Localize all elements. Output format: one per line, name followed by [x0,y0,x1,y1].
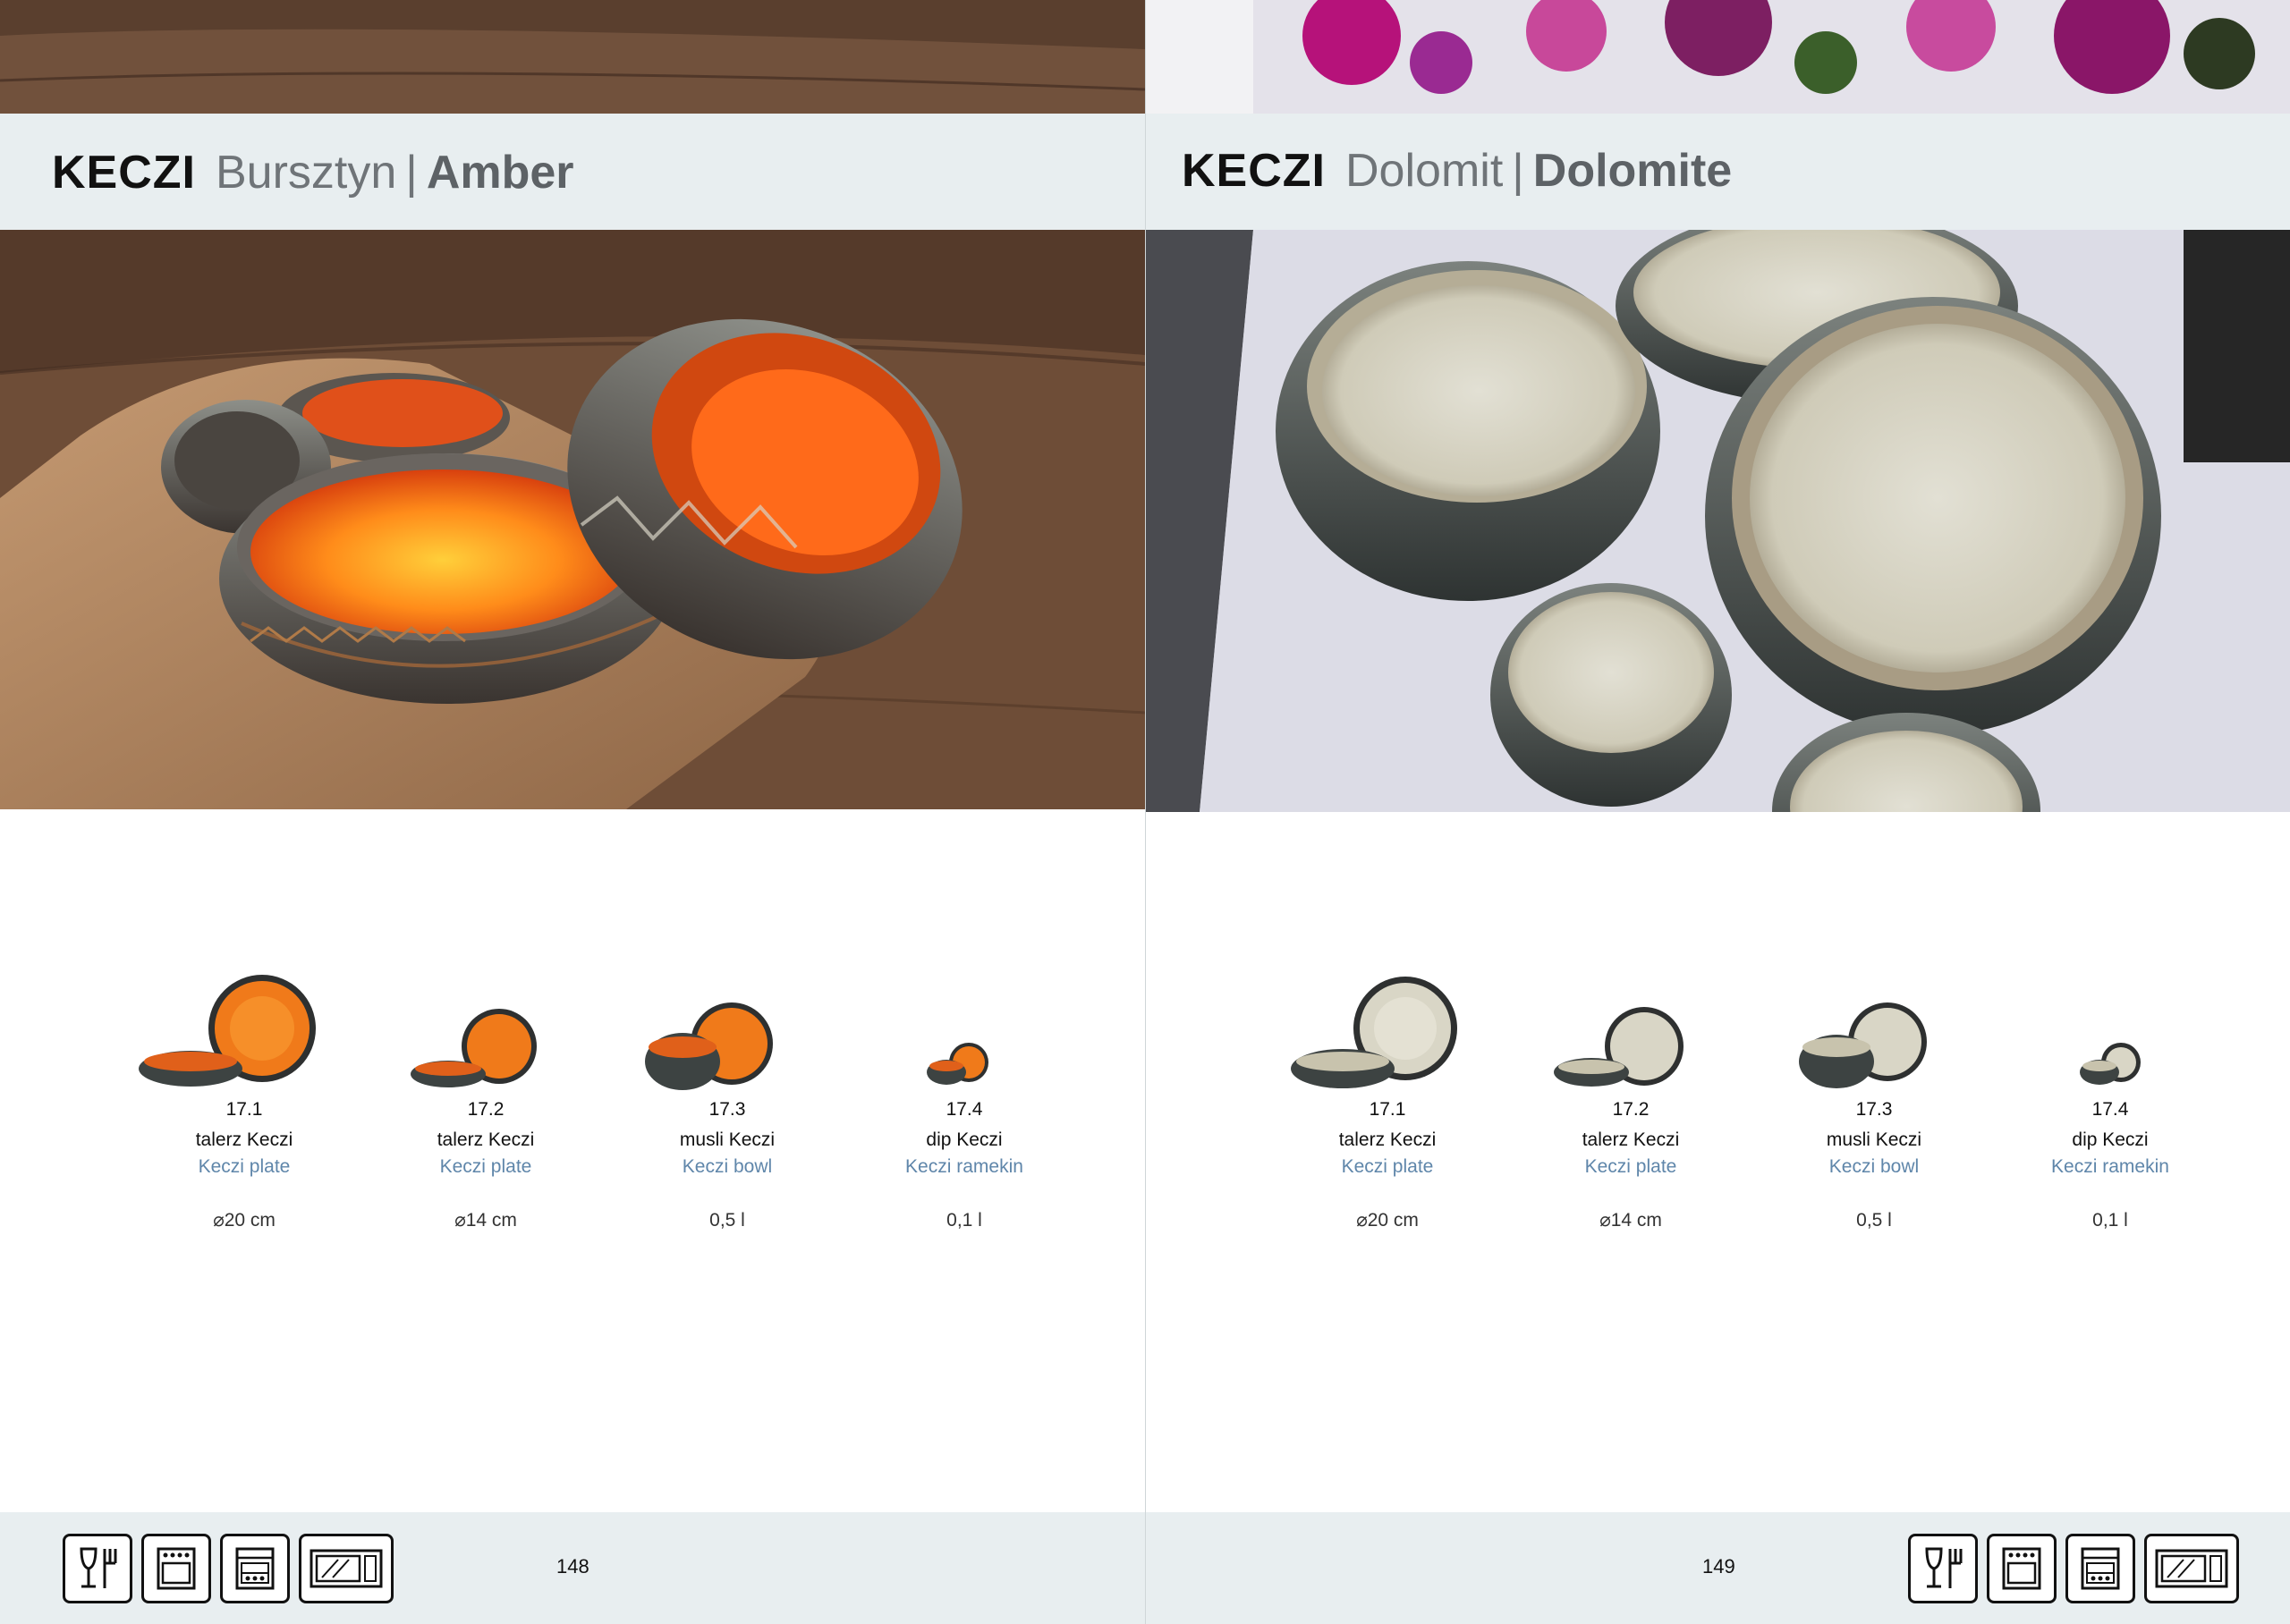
product-code: 17.1 [1369,1099,1406,1120]
product-card[interactable]: 17.2 talerz Keczi Keczi plate ⌀14 cm [369,970,602,1233]
top-photo-strip [1146,0,2290,114]
product-card[interactable]: 17.3 musli Keczi Keczi bowl 0,5 l [1758,970,1990,1233]
dishwasher-icon [2065,1534,2135,1603]
product-name-pl: dip Keczi [2072,1129,2149,1150]
product-size: ⌀20 cm [1356,1210,1419,1231]
page-number: 149 [1702,1555,1735,1577]
oven-icon [1987,1534,2057,1603]
product-size: ⌀20 cm [213,1210,276,1231]
top-photo-strip [0,0,1145,114]
usage-icons [1908,1534,2239,1605]
wooden-table-photo [0,0,1145,114]
product-thumbnail [1271,970,1504,1095]
usage-icons [63,1534,394,1605]
product-code: 17.3 [708,1099,746,1120]
hero-photo-dolomite [1146,230,2290,812]
color-name-en: Amber [426,147,574,199]
product-card[interactable]: 17.3 musli Keczi Keczi bowl 0,5 l [611,970,844,1233]
product-name-pl: dip Keczi [926,1129,1003,1150]
product-code: 17.3 [1855,1099,1893,1120]
product-size: 0,5 l [1856,1210,1892,1231]
title-bar: KECZI Dolomit | Dolomite [1146,114,2290,230]
dolomite-bowls-photo [1146,230,2290,812]
product-name-en: Keczi ramekin [2051,1156,2169,1177]
product-card[interactable]: 17.4 dip Keczi Keczi ramekin 0,1 l [1994,970,2226,1233]
microwave-icon [2144,1534,2239,1603]
color-name-pl: Dolomit [1345,145,1504,197]
page-left: KECZI Bursztyn | Amber 17.1 talerz Keczi… [0,0,1145,1624]
product-thumbnail [128,970,360,1095]
product-thumbnail [369,970,602,1095]
food-safe-icon [63,1534,132,1603]
product-name-en: Keczi plate [439,1156,532,1177]
product-name-en: Keczi plate [1341,1156,1434,1177]
microwave-icon [299,1534,394,1603]
brand-name: KECZI [52,147,196,199]
page-number: 148 [556,1555,589,1577]
product-thumbnail [1994,970,2226,1095]
color-name-en: Dolomite [1532,145,1733,197]
product-size: 0,1 l [2092,1210,2128,1231]
product-size: ⌀14 cm [454,1210,517,1231]
flowers-photo [1146,0,2290,114]
product-card[interactable]: 17.4 dip Keczi Keczi ramekin 0,1 l [848,970,1081,1233]
page-right: KECZI Dolomit | Dolomite 17.1 talerz Kec… [1145,0,2290,1624]
product-card[interactable]: 17.1 talerz Keczi Keczi plate ⌀20 cm [1271,970,1504,1233]
product-code: 17.2 [1612,1099,1650,1120]
product-name-pl: talerz Keczi [1338,1129,1437,1150]
collection-title: KECZI Bursztyn | Amber [52,139,574,207]
product-name-pl: musli Keczi [1826,1129,1922,1150]
product-code: 17.2 [467,1099,505,1120]
oven-icon [141,1534,211,1603]
hero-photo-amber [0,230,1145,809]
product-thumbnail [611,970,844,1095]
product-code: 17.1 [225,1099,263,1120]
product-size: 0,1 l [946,1210,982,1231]
dishwasher-icon [220,1534,290,1603]
title-separator: | [1512,145,1524,197]
product-thumbnail [1514,970,1747,1095]
bottom-bar: 148 [0,1512,1145,1624]
product-size: ⌀14 cm [1599,1210,1662,1231]
product-name-en: Keczi bowl [682,1156,773,1177]
collection-title: KECZI Dolomit | Dolomite [1182,137,1732,205]
food-safe-icon [1908,1534,1978,1603]
title-separator: | [405,147,418,199]
product-card[interactable]: 17.1 talerz Keczi Keczi plate ⌀20 cm [128,970,360,1233]
product-name-en: Keczi ramekin [905,1156,1023,1177]
product-name-pl: musli Keczi [679,1129,776,1150]
product-name-pl: talerz Keczi [195,1129,293,1150]
brand-name: KECZI [1182,145,1326,197]
product-code: 17.4 [946,1099,983,1120]
product-name-en: Keczi plate [1584,1156,1677,1177]
color-name-pl: Bursztyn [216,147,397,199]
amber-bowls-photo [0,230,1145,809]
product-name-pl: talerz Keczi [437,1129,535,1150]
bottom-bar: 149 [1146,1512,2290,1624]
product-name-en: Keczi plate [198,1156,291,1177]
product-name-en: Keczi bowl [1828,1156,1920,1177]
product-code: 17.4 [2091,1099,2129,1120]
product-card[interactable]: 17.2 talerz Keczi Keczi plate ⌀14 cm [1514,970,1747,1233]
product-thumbnail [1758,970,1990,1095]
product-size: 0,5 l [709,1210,745,1231]
title-bar: KECZI Bursztyn | Amber [0,114,1145,230]
product-name-pl: talerz Keczi [1582,1129,1680,1150]
product-thumbnail [848,970,1081,1095]
